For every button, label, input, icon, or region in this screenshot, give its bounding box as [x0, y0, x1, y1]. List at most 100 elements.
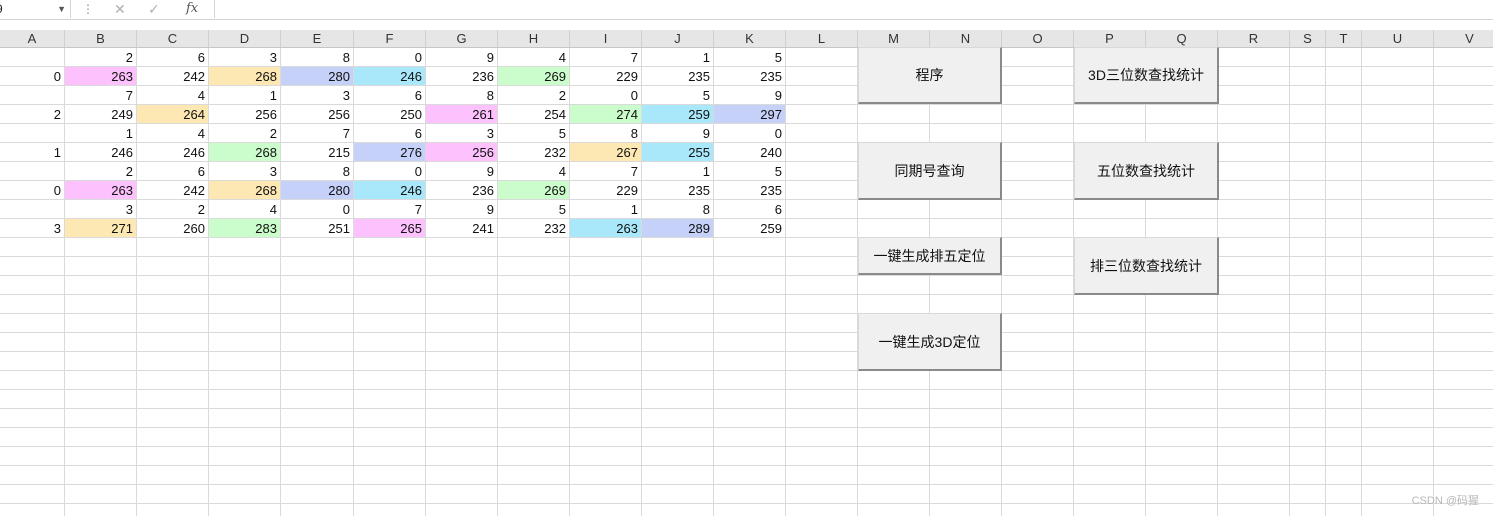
- formula-input[interactable]: [214, 0, 1493, 18]
- cell-j1[interactable]: 1: [642, 48, 713, 66]
- cell-d3[interactable]: 1: [209, 86, 280, 104]
- cell-e3[interactable]: 3: [281, 86, 353, 104]
- cell-e7[interactable]: 8: [281, 162, 353, 180]
- cell-f8[interactable]: 246: [354, 181, 425, 199]
- cell-g7[interactable]: 9: [426, 162, 497, 180]
- column-header-m[interactable]: M: [858, 30, 930, 47]
- cell-f9[interactable]: 7: [354, 200, 425, 218]
- cell-b1[interactable]: 2: [65, 48, 136, 66]
- cell-e10[interactable]: 251: [281, 219, 353, 237]
- cell-d2[interactable]: 268: [209, 67, 280, 85]
- cell-b10[interactable]: 271: [65, 219, 136, 237]
- cell-h10[interactable]: 232: [498, 219, 569, 237]
- cell-e2[interactable]: 280: [281, 67, 353, 85]
- generate-3d-position-button[interactable]: 一键生成3D定位: [858, 313, 1002, 371]
- cell-h6[interactable]: 232: [498, 143, 569, 161]
- column-header-r[interactable]: R: [1218, 30, 1290, 47]
- cell-c5[interactable]: 4: [137, 124, 208, 142]
- column-header-n[interactable]: N: [930, 30, 1002, 47]
- cell-a2[interactable]: 0: [0, 67, 64, 85]
- column-header-o[interactable]: O: [1002, 30, 1074, 47]
- cell-c8[interactable]: 242: [137, 181, 208, 199]
- cell-j2[interactable]: 235: [642, 67, 713, 85]
- cell-k1[interactable]: 5: [714, 48, 785, 66]
- cell-j9[interactable]: 8: [642, 200, 713, 218]
- cell-k10[interactable]: 259: [714, 219, 785, 237]
- cell-f4[interactable]: 250: [354, 105, 425, 123]
- cell-k5[interactable]: 0: [714, 124, 785, 142]
- name-box[interactable]: 9 ▼: [0, 0, 71, 18]
- cell-h4[interactable]: 254: [498, 105, 569, 123]
- cell-k2[interactable]: 235: [714, 67, 785, 85]
- same-period-query-button[interactable]: 同期号查询: [858, 142, 1002, 200]
- cell-e4[interactable]: 256: [281, 105, 353, 123]
- cell-c10[interactable]: 260: [137, 219, 208, 237]
- cell-a9[interactable]: [0, 200, 64, 218]
- column-header-u[interactable]: U: [1362, 30, 1434, 47]
- cell-h1[interactable]: 4: [498, 48, 569, 66]
- cell-d4[interactable]: 256: [209, 105, 280, 123]
- cell-g8[interactable]: 236: [426, 181, 497, 199]
- cell-a7[interactable]: [0, 162, 64, 180]
- column-header-g[interactable]: G: [426, 30, 498, 47]
- column-header-h[interactable]: H: [498, 30, 570, 47]
- cell-g9[interactable]: 9: [426, 200, 497, 218]
- cell-k3[interactable]: 9: [714, 86, 785, 104]
- cell-a3[interactable]: [0, 86, 64, 104]
- p3-three-digit-stats-button[interactable]: 排三位数查找统计: [1074, 237, 1219, 295]
- column-header-v[interactable]: V: [1434, 30, 1493, 47]
- cell-d6[interactable]: 268: [209, 143, 280, 161]
- cell-c2[interactable]: 242: [137, 67, 208, 85]
- cell-a6[interactable]: 1: [0, 143, 64, 161]
- cell-e9[interactable]: 0: [281, 200, 353, 218]
- column-header-d[interactable]: D: [209, 30, 281, 47]
- cell-b4[interactable]: 249: [65, 105, 136, 123]
- cell-f10[interactable]: 265: [354, 219, 425, 237]
- chevron-down-icon[interactable]: ▼: [57, 0, 66, 18]
- cell-e6[interactable]: 215: [281, 143, 353, 161]
- cell-g3[interactable]: 8: [426, 86, 497, 104]
- cell-f7[interactable]: 0: [354, 162, 425, 180]
- cell-e8[interactable]: 280: [281, 181, 353, 199]
- five-digit-stats-button[interactable]: 五位数查找统计: [1074, 142, 1219, 200]
- column-header-s[interactable]: S: [1290, 30, 1326, 47]
- column-header-q[interactable]: Q: [1146, 30, 1218, 47]
- cell-f6[interactable]: 276: [354, 143, 425, 161]
- cell-i6[interactable]: 267: [570, 143, 641, 161]
- column-header-i[interactable]: I: [570, 30, 642, 47]
- column-header-a[interactable]: A: [0, 30, 65, 47]
- column-header-e[interactable]: E: [281, 30, 354, 47]
- cell-h3[interactable]: 2: [498, 86, 569, 104]
- column-header-l[interactable]: L: [786, 30, 858, 47]
- cell-f1[interactable]: 0: [354, 48, 425, 66]
- cell-b9[interactable]: 3: [65, 200, 136, 218]
- cell-a5[interactable]: [0, 124, 64, 142]
- column-header-j[interactable]: J: [642, 30, 714, 47]
- cell-c6[interactable]: 246: [137, 143, 208, 161]
- cell-d8[interactable]: 268: [209, 181, 280, 199]
- cell-h7[interactable]: 4: [498, 162, 569, 180]
- cell-j5[interactable]: 9: [642, 124, 713, 142]
- cell-b7[interactable]: 2: [65, 162, 136, 180]
- cell-i4[interactable]: 274: [570, 105, 641, 123]
- cell-j10[interactable]: 289: [642, 219, 713, 237]
- cell-d10[interactable]: 283: [209, 219, 280, 237]
- cell-i1[interactable]: 7: [570, 48, 641, 66]
- cell-j4[interactable]: 259: [642, 105, 713, 123]
- cell-c9[interactable]: 2: [137, 200, 208, 218]
- cell-e1[interactable]: 8: [281, 48, 353, 66]
- cell-j6[interactable]: 255: [642, 143, 713, 161]
- cell-b3[interactable]: 7: [65, 86, 136, 104]
- cell-h2[interactable]: 269: [498, 67, 569, 85]
- cell-i3[interactable]: 0: [570, 86, 641, 104]
- cell-d1[interactable]: 3: [209, 48, 280, 66]
- cell-g5[interactable]: 3: [426, 124, 497, 142]
- cell-f5[interactable]: 6: [354, 124, 425, 142]
- cell-i8[interactable]: 229: [570, 181, 641, 199]
- cell-i2[interactable]: 229: [570, 67, 641, 85]
- cell-k7[interactable]: 5: [714, 162, 785, 180]
- cell-f2[interactable]: 246: [354, 67, 425, 85]
- cell-f3[interactable]: 6: [354, 86, 425, 104]
- cell-c4[interactable]: 264: [137, 105, 208, 123]
- cell-h5[interactable]: 5: [498, 124, 569, 142]
